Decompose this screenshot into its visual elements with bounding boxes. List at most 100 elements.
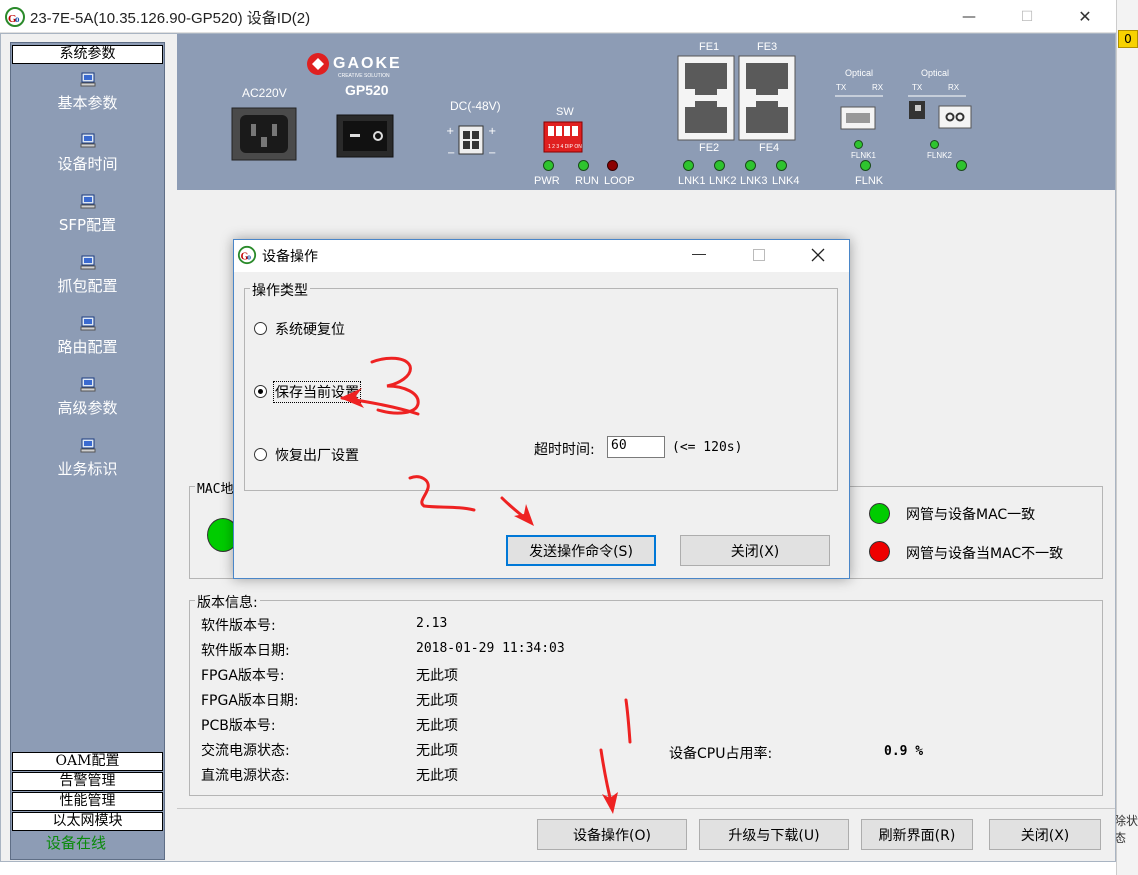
dialog-minimize-button[interactable] [692,254,706,255]
svg-text:o: o [247,253,251,262]
power-switch-icon [336,114,394,158]
sidebar-item-label: 业务标识 [57,460,118,478]
version-label: 软件版本日期: [201,643,290,659]
device-operation-button[interactable]: 设备操作(O) [537,819,687,850]
computer-icon [80,438,95,453]
dialog-close-button[interactable]: 关闭(X) [680,535,830,566]
sidebar-item-sfp-config[interactable]: SFP配置 [10,194,165,235]
background-badge: 0 [1118,30,1138,48]
model-name: GP520 [345,82,389,98]
radio-factory-reset[interactable] [254,448,267,461]
fe2-label: FE2 [699,142,720,154]
mac-match-legend-label: 网管与设备MAC一致 [906,507,1036,523]
cpu-usage-value: 0.9 % [884,744,924,759]
flnk2-led-icon [930,140,939,149]
loop-led-icon [607,160,618,171]
timeout-input[interactable]: 60 [607,436,665,458]
run-led-icon [578,160,589,171]
upgrade-download-button[interactable]: 升级与下载(U) [699,819,849,850]
lnk4-led-icon [776,160,787,171]
radio-save-settings[interactable] [254,385,267,398]
sidebar-tab-ethernet-module[interactable]: 以太网模块 [12,812,163,831]
sidebar-item-basic-params[interactable]: 基本参数 [10,72,165,113]
mac-match-legend-icon [869,503,890,524]
ethernet-ports-icon [677,55,796,141]
flnk-led-icon [860,160,871,171]
background-text: 除状态 [1114,814,1138,845]
lnk1-led-icon [683,160,694,171]
dip-switch-caption: 1 2 3 4 DIP ON [548,144,582,150]
fe1-label: FE1 [699,41,720,53]
sidebar-item-label: 基本参数 [57,94,118,112]
dc-power-label: DC(-48V) [450,99,501,113]
version-label: 直流电源状态: [201,768,290,784]
flnk2-label: FLNK2 [927,151,952,160]
sidebar-item-label: 设备时间 [57,155,118,173]
dialog-maximize-button[interactable] [753,249,765,261]
version-groupbox [189,600,1103,796]
pwr-led-icon [543,160,554,171]
version-value: 无此项 [416,668,458,684]
refresh-button[interactable]: 刷新界面(R) [861,819,973,850]
version-value: 2.13 [416,616,448,631]
fe3-label: FE3 [757,41,778,53]
sidebar-item-label: 高级参数 [57,399,118,417]
radio-save-settings-label[interactable]: 保存当前设置 [273,381,361,403]
sidebar-item-service-id[interactable]: 业务标识 [10,438,165,479]
sidebar-item-capture-config[interactable]: 抓包配置 [10,255,165,296]
radio-hard-reset-label[interactable]: 系统硬复位 [275,319,345,339]
close-button[interactable]: 关闭(X) [989,819,1101,850]
flnk1-label: FLNK1 [851,151,876,160]
optical2-port-icon [908,95,972,129]
optical2-label: Optical [921,68,950,78]
computer-icon [80,255,95,270]
sidebar-tab-alarm-management[interactable]: 告警管理 [12,772,163,791]
device-online-status: 设备在线 [12,832,140,854]
mac-mismatch-legend-label: 网管与设备当MAC不一致 [906,546,1064,562]
mac-group-title: MAC地 [195,478,236,497]
computer-icon [80,377,95,392]
sidebar-item-advanced-params[interactable]: 高级参数 [10,377,165,418]
sidebar-item-route-config[interactable]: 路由配置 [10,316,165,357]
version-group-title: 版本信息: [195,592,260,612]
run-led-label: RUN [575,175,599,187]
computer-icon [80,316,95,331]
cpu-usage-label: 设备CPU占用率: [669,746,773,762]
minimize-button[interactable]: — [946,0,992,33]
version-value: 无此项 [416,743,458,759]
flnk-label: FLNK [855,175,884,187]
dialog-close-icon[interactable] [811,248,825,262]
svg-text:+: + [446,126,454,137]
window-title: 23-7E-5A(10.35.126.90-GP520) 设备ID(2) [30,10,311,27]
sidebar-tab-oam-config[interactable]: OAM配置 [12,752,163,771]
ac-power-socket-icon [231,107,297,161]
optical1-port-icon [835,95,883,130]
flnk1-led-icon [854,140,863,149]
radio-factory-reset-label[interactable]: 恢复出厂设置 [275,445,359,465]
version-label: PCB版本号: [201,718,276,734]
sidebar-tab-performance-management[interactable]: 性能管理 [12,792,163,811]
radio-hard-reset[interactable] [254,322,267,335]
background-window-strip [1116,0,1138,875]
sidebar-header-system-params[interactable]: 系统参数 [12,45,163,64]
maximize-button[interactable]: ☐ [1004,0,1050,33]
dip-switch-label: SW [556,106,574,118]
mac-mismatch-legend-icon [869,541,890,562]
timeout-hint: (<= 120s) [672,440,743,455]
brand-subtitle: CREATIVE SOLUTION [338,73,390,79]
close-window-button[interactable]: ✕ [1062,0,1108,33]
pwr-led-label: PWR [534,175,560,187]
operation-type-title: 操作类型 [250,280,310,300]
computer-icon [80,72,95,87]
timeout-label: 超时时间: [534,442,595,458]
version-value: 2018-01-29 11:34:03 [416,641,565,656]
lnk2-label: LNK2 [709,175,737,187]
dc-connector-icon: + + − − [446,125,496,159]
sidebar-item-device-time[interactable]: 设备时间 [10,133,165,174]
optical1-tx-label: TX [836,83,847,92]
send-command-button[interactable]: 发送操作命令(S) [506,535,656,566]
svg-text:o: o [15,14,20,24]
lnk3-led-icon [745,160,756,171]
app-logo-icon: G o [5,7,25,27]
lnk4-label: LNK4 [772,175,800,187]
